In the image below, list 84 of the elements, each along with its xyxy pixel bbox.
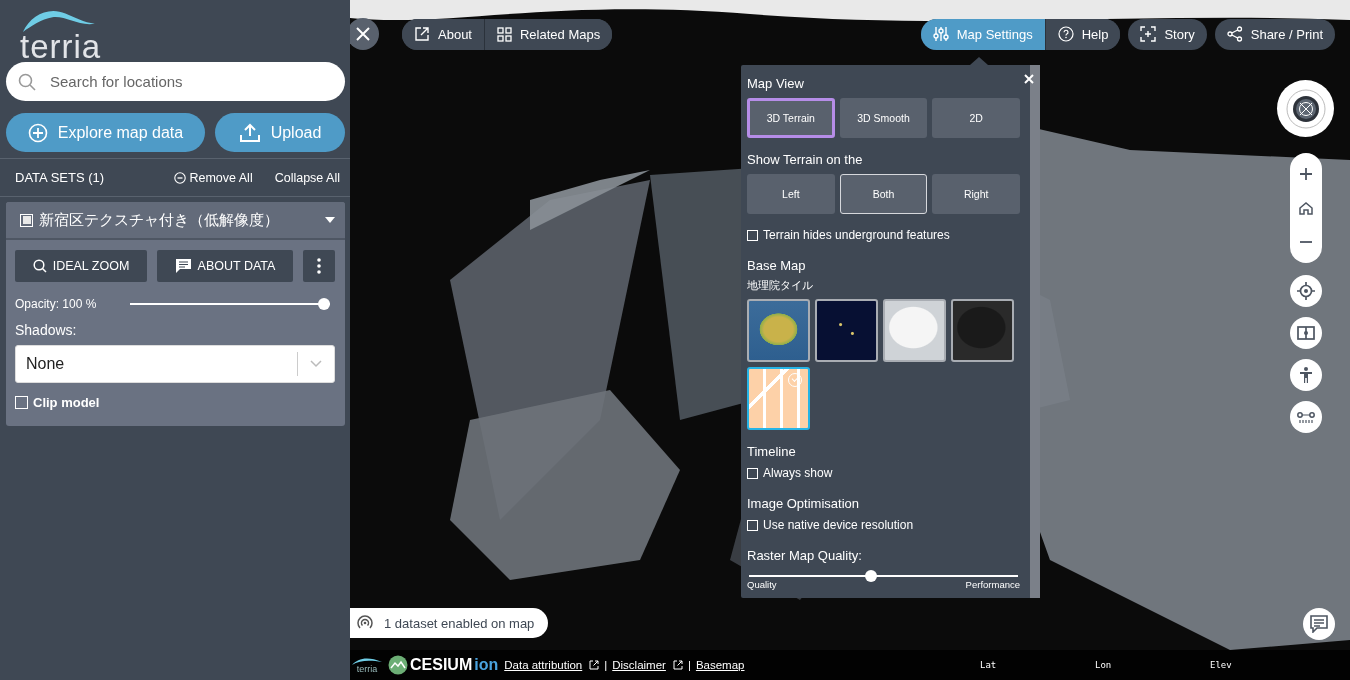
checkbox[interactable] bbox=[20, 213, 33, 227]
shadows-dropdown[interactable]: None bbox=[15, 345, 335, 383]
chat-icon bbox=[1310, 615, 1328, 633]
slider-thumb[interactable] bbox=[864, 570, 877, 582]
section-heading: Timeline bbox=[747, 444, 797, 459]
plus-icon bbox=[1297, 166, 1314, 182]
coordinate-label: Elev bbox=[1210, 660, 1233, 670]
separator: | bbox=[687, 659, 691, 671]
house-icon bbox=[1297, 200, 1314, 216]
status-text: 1 dataset enabled on map bbox=[384, 615, 535, 631]
external-link-icon bbox=[589, 660, 600, 670]
section-heading: Map View bbox=[747, 76, 805, 91]
section-heading: Base Map bbox=[747, 258, 807, 273]
map-view-option[interactable]: 3D Terrain bbox=[747, 98, 835, 138]
base-map-thumbnail[interactable] bbox=[747, 299, 810, 362]
checkbox[interactable] bbox=[15, 396, 28, 409]
cesium-logo-icon bbox=[388, 655, 408, 675]
opacity-label: Opacity: 100 % bbox=[15, 297, 98, 311]
slider-thumb[interactable] bbox=[318, 298, 330, 310]
related-maps-button[interactable]: Related Maps bbox=[484, 18, 613, 50]
close-icon bbox=[1024, 74, 1034, 84]
slider-max-label: Performance bbox=[965, 579, 1020, 590]
footer-link[interactable]: Basemap bbox=[695, 659, 745, 671]
shadows-label: Shadows: bbox=[15, 322, 78, 338]
footer-link[interactable]: Data attribution bbox=[504, 659, 600, 671]
coordinate-label: Lon bbox=[1095, 660, 1113, 670]
section-heading: Raster Map Quality: bbox=[747, 548, 863, 563]
minus-icon bbox=[1299, 241, 1312, 243]
base-map-name: 地理院タイル bbox=[747, 279, 814, 293]
map-view-option[interactable]: 3D Smooth bbox=[839, 98, 928, 138]
terrain-side-option[interactable]: Right bbox=[932, 174, 1020, 214]
close-icon bbox=[356, 27, 370, 41]
section-heading: Image Optimisation bbox=[747, 496, 860, 511]
story-icon bbox=[1140, 26, 1157, 42]
about-data-button[interactable]: ABOUT DATA bbox=[157, 250, 293, 282]
plus-circle-icon bbox=[27, 122, 48, 143]
crosshair-icon bbox=[1296, 282, 1315, 300]
logo-text: terria bbox=[20, 32, 102, 62]
base-map-thumbnail[interactable] bbox=[815, 299, 878, 362]
dataset-title: 新宿区テクスチャ付き（低解像度） bbox=[39, 210, 280, 230]
slider-min-label: Quality bbox=[747, 579, 777, 590]
brand-name: CESIUM bbox=[410, 656, 473, 674]
brand-suffix: ion bbox=[474, 656, 499, 674]
search-icon bbox=[18, 72, 36, 91]
terria-wave-logo-icon bbox=[352, 656, 382, 665]
collapse-all-button[interactable]: Collapse All bbox=[274, 170, 340, 185]
section-heading: DATA SETS (1) bbox=[15, 170, 106, 185]
checkbox[interactable] bbox=[747, 519, 758, 531]
section-heading: Show Terrain on the bbox=[747, 152, 864, 167]
logo-text: terria bbox=[356, 664, 378, 674]
terrain-side-option[interactable]: Left bbox=[747, 174, 835, 214]
share-icon bbox=[1226, 26, 1243, 42]
compass-icon bbox=[1284, 87, 1327, 130]
base-map-thumbnail[interactable] bbox=[883, 299, 946, 362]
minus-circle-icon bbox=[174, 171, 187, 184]
search-field[interactable]: Search for locations bbox=[6, 62, 345, 101]
upload-icon bbox=[238, 122, 261, 143]
checkbox-label: Use native device resolution bbox=[763, 518, 914, 532]
more-options-button[interactable] bbox=[303, 250, 335, 282]
close-button[interactable] bbox=[1022, 72, 1036, 86]
base-map-thumbnail[interactable] bbox=[747, 367, 810, 430]
sliders-icon bbox=[932, 26, 949, 42]
checkbox-label: Always show bbox=[763, 466, 833, 480]
help-icon bbox=[1057, 26, 1074, 42]
external-link-icon bbox=[672, 660, 683, 670]
base-map-thumbnail[interactable] bbox=[951, 299, 1014, 362]
checkbox[interactable] bbox=[747, 229, 758, 241]
vertical-dots-icon bbox=[317, 258, 321, 274]
footer-link[interactable]: Disclaimer bbox=[612, 659, 683, 671]
map-view-option[interactable]: 2D bbox=[932, 98, 1020, 138]
checkbox[interactable] bbox=[747, 467, 758, 479]
comment-icon bbox=[174, 258, 192, 274]
grid-icon bbox=[497, 26, 512, 42]
terrain-side-option[interactable]: Both bbox=[839, 174, 928, 214]
remove-all-button[interactable]: Remove All bbox=[174, 170, 253, 185]
search-icon bbox=[32, 259, 47, 273]
external-link-icon bbox=[414, 26, 430, 42]
ideal-zoom-button[interactable]: IDEAL ZOOM bbox=[15, 250, 147, 282]
split-screen-icon bbox=[1296, 324, 1315, 342]
checkbox-label: Clip model bbox=[33, 395, 100, 410]
separator: | bbox=[604, 659, 608, 671]
chevron-down-icon bbox=[310, 360, 322, 368]
coordinate-label: Lat bbox=[980, 660, 998, 670]
checkbox-label: Terrain hides underground features bbox=[763, 228, 950, 242]
